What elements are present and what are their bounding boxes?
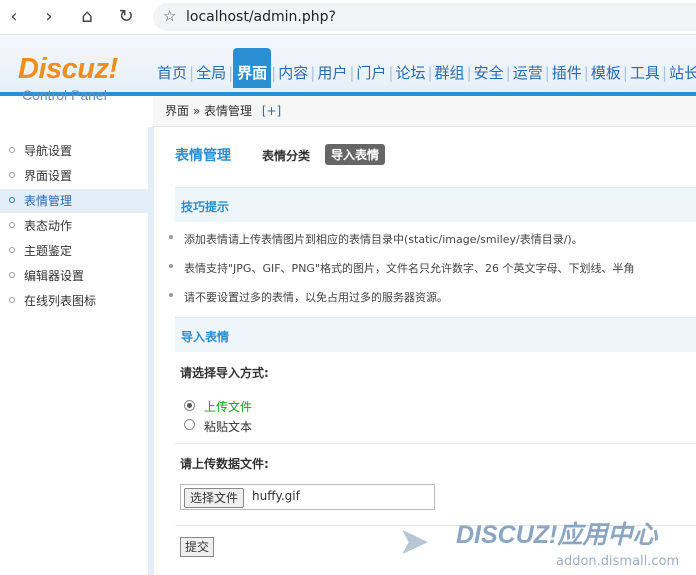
bookmark-star-icon[interactable]: ☆ [163, 7, 176, 25]
tip-item: 请不要设置过多的表情，以免占用过多的服务器资源。 [169, 289, 448, 305]
breadcrumb: 界面 » 表情管理 [+] [165, 96, 281, 126]
breadcrumb-path: 界面 » 表情管理 [165, 104, 252, 118]
watermark-url: addon.dismall.com [556, 554, 680, 569]
file-name: huffy.gif [252, 489, 300, 503]
tip-item: 添加表情请上传表情图片到相应的表情目录中(static/image/smiley… [169, 231, 583, 247]
sidebar-item[interactable]: 在线列表图标 [0, 289, 148, 313]
nav-item[interactable]: 界面 [233, 48, 272, 88]
url-text[interactable]: localhost/admin.php? [186, 9, 336, 25]
sidebar-item-label: 界面设置 [24, 169, 73, 183]
file-label: 请上传数据文件: [180, 457, 269, 471]
nav-item[interactable]: 站长 [667, 58, 696, 88]
bullet-icon [169, 235, 173, 239]
bullet-icon [169, 293, 173, 297]
submit-button[interactable]: 提交 [180, 537, 215, 557]
logo-subtitle: Control Panel [22, 87, 107, 103]
nav-item[interactable]: 模板 [589, 58, 623, 88]
nav-item[interactable]: 插件 [550, 58, 584, 88]
watermark-brand: DISCUZ!应用中心 [456, 521, 658, 549]
tip-item: 表情支持"JPG、GIF、PNG"格式的图片，文件名只允许数字、26 个英文字母… [169, 260, 635, 276]
reload-icon[interactable]: ↻ [115, 6, 137, 28]
nav-item[interactable]: 工具 [628, 58, 662, 88]
file-input[interactable]: 选择文件 huffy.gif [180, 484, 435, 510]
bullet-icon [169, 264, 173, 268]
nav-item[interactable]: 门户 [354, 58, 388, 88]
bullet-icon [9, 272, 15, 278]
radio-upload[interactable] [184, 400, 195, 411]
sidebar-item-label: 在线列表图标 [24, 294, 97, 308]
breadcrumb-bar: 界面 » 表情管理 [+] [153, 96, 696, 127]
nav-item[interactable]: 用户 [315, 58, 349, 88]
tab-category[interactable]: 表情分类 [262, 147, 310, 164]
sidebar-item[interactable]: 主题鉴定 [0, 239, 148, 263]
sidebar-item[interactable]: 界面设置 [0, 164, 148, 188]
import-section-header: 导入表情 [175, 317, 696, 352]
sidebar-item[interactable]: 导航设置 [0, 139, 148, 163]
logo: Discuz! [18, 53, 118, 85]
bullet-icon [9, 297, 15, 303]
nav-item[interactable]: 首页 [155, 58, 189, 88]
divider [175, 443, 696, 444]
sidebar-item-label: 表情管理 [24, 194, 73, 208]
nav-item[interactable]: 论坛 [393, 58, 427, 88]
radio-paste[interactable] [184, 419, 195, 430]
bullet-icon [9, 147, 15, 153]
sidebar-item[interactable]: 编辑器设置 [0, 264, 148, 288]
radio-upload-label[interactable]: 上传文件 [204, 398, 252, 415]
bullet-icon [9, 222, 15, 228]
sidebar-item-label: 主题鉴定 [24, 244, 73, 258]
tips-title: 技巧提示 [181, 200, 230, 214]
sidebar-item[interactable]: 表情管理 [0, 189, 148, 213]
sidebar: 导航设置界面设置表情管理表态动作主题鉴定编辑器设置在线列表图标 [0, 127, 154, 575]
add-shortcut-link[interactable]: [+] [262, 104, 281, 118]
sidebar-item-label: 编辑器设置 [24, 269, 85, 283]
back-icon[interactable]: ‹ [3, 6, 25, 28]
bullet-icon [9, 247, 15, 253]
home-icon[interactable]: ⌂ [76, 6, 98, 28]
bullet-icon [9, 172, 15, 178]
browser-toolbar: ‹ › ⌂ ↻ ☆ localhost/admin.php? [0, 0, 696, 35]
tips-section-header: 技巧提示 [175, 187, 696, 222]
method-label: 请选择导入方式: [180, 366, 269, 380]
address-bar[interactable]: ☆ localhost/admin.php? [153, 3, 696, 31]
bullet-icon [9, 197, 15, 203]
nav-item[interactable]: 安全 [472, 58, 506, 88]
watermark: ➤ DISCUZ!应用中心 addon.dismall.com [398, 513, 696, 575]
tab-import[interactable]: 导入表情 [325, 144, 386, 165]
forward-icon[interactable]: › [38, 6, 60, 28]
nav-item[interactable]: 全局 [194, 58, 228, 88]
nav-item[interactable]: 运营 [511, 58, 545, 88]
sidebar-item[interactable]: 表态动作 [0, 214, 148, 238]
sidebar-item-label: 表态动作 [24, 219, 73, 233]
radio-paste-label[interactable]: 粘贴文本 [204, 418, 252, 435]
nav-item[interactable]: 内容 [276, 58, 310, 88]
nav-item[interactable]: 群组 [433, 58, 467, 88]
import-title: 导入表情 [181, 330, 230, 344]
page-title: 表情管理 [175, 148, 231, 164]
top-nav: 首页 | 全局 | 界面 | 内容 | 用户 | 门户 | 论坛 | 群组 | 安全 | 运营 | 插件 | 模板 | 工具 | 站… [155, 48, 696, 88]
main-content: 表情管理 表情分类 导入表情 技巧提示 添加表情请上传表情图片到相应的表情目录中… [154, 127, 696, 575]
sidebar-item-label: 导航设置 [24, 144, 73, 158]
cursor-arrow-icon: ➤ [398, 519, 430, 563]
choose-file-button[interactable]: 选择文件 [184, 488, 245, 508]
